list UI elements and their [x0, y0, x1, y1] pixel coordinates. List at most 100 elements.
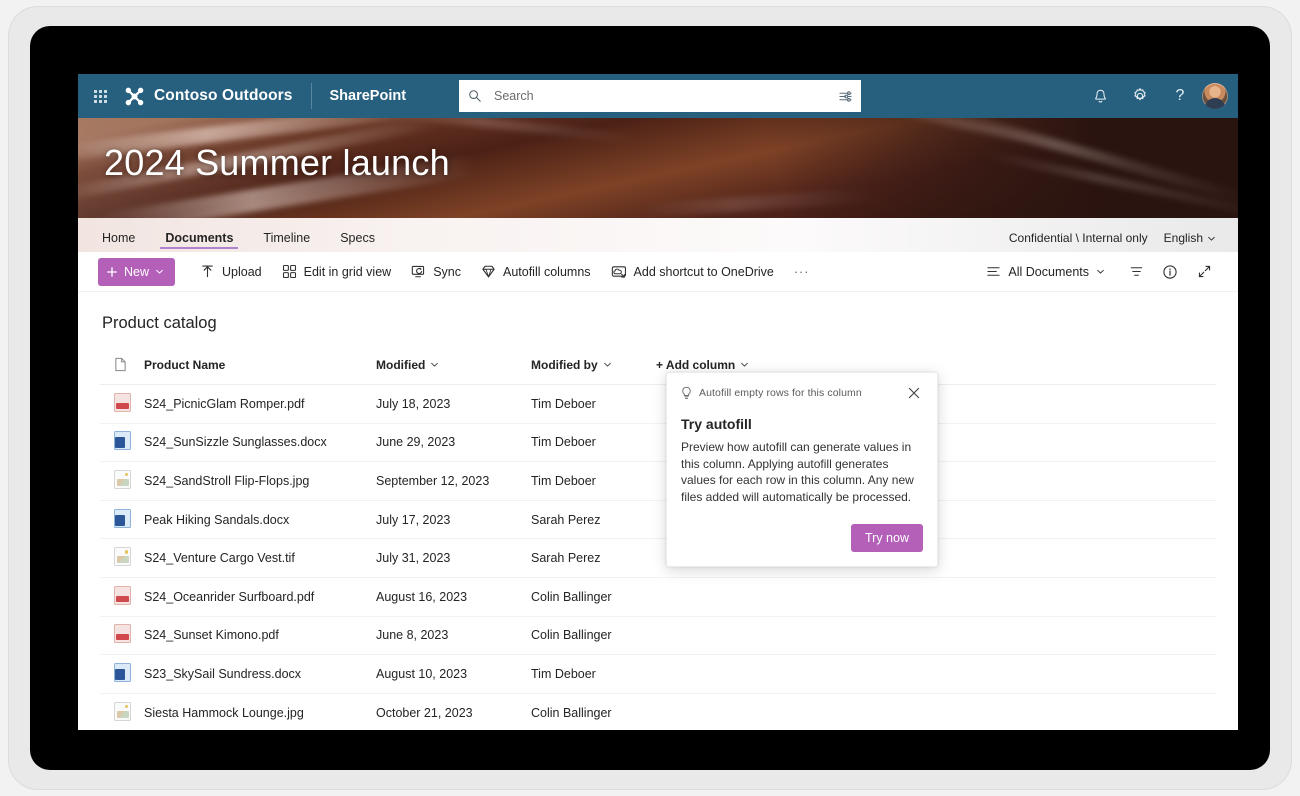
file-name-cell[interactable]: S24_Sunset Kimono.pdf — [144, 616, 376, 656]
notifications-bell-icon[interactable] — [1082, 78, 1118, 114]
callout-actions: Try now — [680, 524, 923, 553]
add-column-cell — [656, 693, 1216, 730]
nav-item-specs[interactable]: Specs — [338, 231, 377, 252]
view-selector[interactable]: All Documents — [979, 257, 1112, 287]
modified-cell: August 10, 2023 — [376, 654, 531, 694]
table-row[interactable]: S23_SkySail Sundress.docx August 10, 2023… — [100, 654, 1216, 694]
file-name-cell[interactable]: S24_PicnicGlam Romper.pdf — [144, 384, 376, 424]
command-bar-right: All Documents — [979, 257, 1220, 287]
file-name-cell[interactable]: Peak Hiking Sandals.docx — [144, 500, 376, 540]
modified-by-cell: Tim Deboer — [531, 654, 656, 694]
settings-gear-icon[interactable] — [1122, 78, 1158, 114]
modified-cell: July 31, 2023 — [376, 538, 531, 578]
modified-cell: September 12, 2023 — [376, 461, 531, 501]
table-row[interactable]: S24_Sunset Kimono.pdf June 8, 2023 Colin B… — [100, 616, 1216, 656]
onedrive-shortcut-icon — [611, 264, 627, 279]
expand-icon[interactable] — [1188, 257, 1220, 287]
file-type-cell — [100, 577, 144, 617]
nav-item-home[interactable]: Home — [100, 231, 137, 252]
close-icon[interactable] — [905, 384, 923, 402]
modified-by-cell: Tim Deboer — [531, 384, 656, 424]
table-row[interactable]: S24_SunSizzle Sunglasses.docx June 29, 20… — [100, 423, 1216, 463]
sensitivity-label[interactable]: Confidential \ Internal only — [1009, 231, 1148, 245]
chevron-down-icon — [430, 360, 439, 369]
try-now-button[interactable]: Try now — [851, 524, 923, 553]
chevron-down-icon — [155, 267, 164, 276]
table-row[interactable]: Peak Hiking Sandals.docx July 17, 2023 Sar… — [100, 500, 1216, 540]
sync-icon — [411, 264, 426, 279]
table-row[interactable]: S24_PicnicGlam Romper.pdf July 18, 2023 Ti… — [100, 384, 1216, 424]
grid-view-icon — [282, 264, 297, 279]
table-row[interactable]: Siesta Hammock Lounge.jpg October 21, 202… — [100, 693, 1216, 730]
modified-cell: July 18, 2023 — [376, 384, 531, 424]
chevron-down-icon — [1096, 267, 1105, 276]
edit-in-grid-view-label: Edit in grid view — [303, 264, 392, 279]
header-actions: ? — [1082, 74, 1232, 118]
modified-by-cell: Tim Deboer — [531, 461, 656, 501]
file-name-cell[interactable]: S23_SkySail Sundress.docx — [144, 654, 376, 694]
file-name-cell[interactable]: S24_Oceanrider Surfboard.pdf — [144, 577, 376, 617]
column-header-modified-by[interactable]: Modified by — [531, 351, 656, 385]
suite-header: Contoso Outdoors SharePoint Search ? — [78, 74, 1238, 118]
nav-item-timeline[interactable]: Timeline — [261, 231, 312, 252]
language-picker[interactable]: English — [1164, 231, 1216, 245]
add-column-cell — [656, 577, 1216, 617]
file-name-cell[interactable]: S24_SandStroll Flip-Flops.jpg — [144, 461, 376, 501]
column-header-modified[interactable]: Modified — [376, 351, 531, 385]
modified-cell: October 21, 2023 — [376, 693, 531, 730]
add-shortcut-to-onedrive-command[interactable]: Add shortcut to OneDrive — [604, 257, 781, 287]
view-selector-label: All Documents — [1008, 264, 1089, 279]
brand-name: Contoso Outdoors — [154, 87, 293, 104]
image-file-icon — [114, 701, 131, 721]
nav-item-documents[interactable]: Documents — [160, 231, 239, 252]
chevron-down-icon — [1207, 234, 1216, 243]
sync-command[interactable]: Sync — [404, 257, 468, 287]
help-question-icon[interactable]: ? — [1162, 78, 1198, 114]
file-name-cell[interactable]: S24_SunSizzle Sunglasses.docx — [144, 423, 376, 463]
modified-by-cell: Colin Ballinger — [531, 577, 656, 617]
column-label: Modified by — [531, 357, 598, 372]
pdf-file-icon — [114, 392, 131, 412]
list-title: Product catalog — [102, 314, 217, 332]
autofill-columns-command[interactable]: Autofill columns — [474, 257, 598, 287]
new-button[interactable]: New — [98, 257, 176, 286]
callout-heading: Try autofill — [681, 416, 752, 432]
app-launcher-icon[interactable] — [82, 89, 118, 103]
table-row[interactable]: S24_Venture Cargo Vest.tif July 31, 2023 S… — [100, 538, 1216, 578]
search-input[interactable] — [490, 89, 830, 103]
user-avatar[interactable] — [1202, 83, 1228, 109]
nav-right-cluster: Confidential \ Internal only English — [1009, 231, 1216, 252]
chevron-down-icon — [740, 360, 749, 369]
table-row[interactable]: S24_SandStroll Flip-Flops.jpg September 1… — [100, 461, 1216, 501]
overflow-more-commands[interactable]: ··· — [787, 257, 817, 287]
autofill-columns-label: Autofill columns — [502, 264, 591, 279]
column-header-file-type[interactable] — [100, 351, 144, 385]
image-file-icon — [114, 469, 131, 489]
filter-icon[interactable] — [1120, 257, 1152, 287]
device-screen: Contoso Outdoors SharePoint Search ? 202… — [30, 26, 1270, 770]
file-type-cell — [100, 384, 144, 424]
file-type-cell — [100, 538, 144, 578]
upload-arrow-icon — [200, 264, 215, 279]
upload-command[interactable]: Upload — [193, 257, 269, 287]
brand-link[interactable]: Contoso Outdoors — [118, 86, 293, 107]
edit-in-grid-view-command[interactable]: Edit in grid view — [275, 257, 399, 287]
lightbulb-icon — [680, 386, 693, 400]
column-header-product-name[interactable]: Product Name — [144, 351, 376, 385]
file-type-cell — [100, 500, 144, 540]
info-icon[interactable] — [1154, 257, 1186, 287]
upload-label: Upload — [222, 264, 262, 279]
app-name-sharepoint[interactable]: SharePoint — [330, 88, 407, 104]
document-type-icon — [114, 357, 127, 372]
autofill-callout: Autofill empty rows for this column Try … — [666, 372, 938, 568]
file-name-cell[interactable]: Siesta Hammock Lounge.jpg — [144, 693, 376, 730]
search-box[interactable] — [460, 81, 860, 111]
modified-by-cell: Sarah Perez — [531, 500, 656, 540]
page-title: 2024 Summer launch — [104, 142, 450, 183]
callout-header: Autofill empty rows for this column — [680, 385, 923, 402]
document-library: Product catalog Product Name Modified Mo… — [78, 292, 1238, 730]
table-row[interactable]: S24_Oceanrider Surfboard.pdf August 16, 2… — [100, 577, 1216, 617]
search-icon — [460, 89, 490, 103]
search-filter-icon[interactable] — [830, 89, 860, 104]
file-name-cell[interactable]: S24_Venture Cargo Vest.tif — [144, 538, 376, 578]
